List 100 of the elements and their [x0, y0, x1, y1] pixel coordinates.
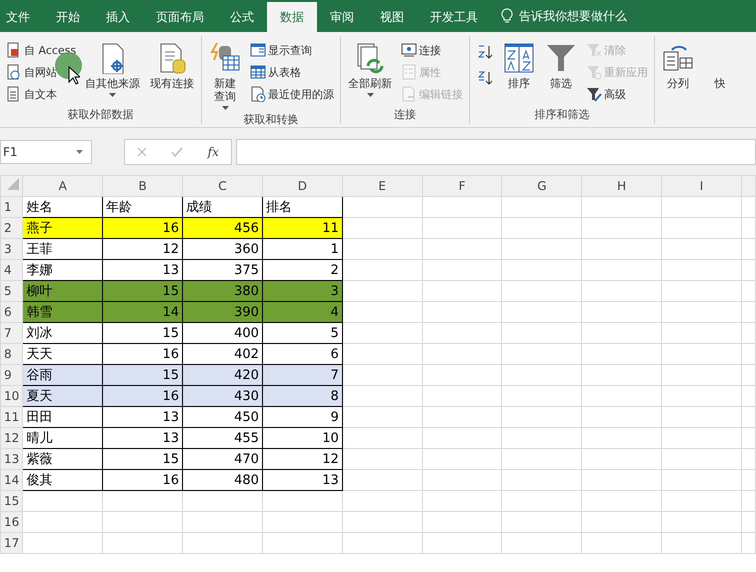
ribbon-button[interactable]: 高级	[584, 84, 650, 104]
group-label: 获取外部数据	[66, 107, 135, 123]
funnel-icon	[545, 42, 578, 74]
column-header[interactable]: I	[662, 176, 742, 196]
table-cell: 1	[262, 238, 342, 260]
table-cell: 燕子	[22, 218, 103, 238]
column-header[interactable]: G	[502, 176, 582, 196]
table-cell: 刘冰	[22, 322, 103, 344]
row-header[interactable]: 8	[0, 344, 23, 364]
ribbon-large-button[interactable]: 排序	[500, 40, 538, 92]
row-header[interactable]: 11	[0, 406, 23, 428]
row-header[interactable]: 10	[0, 386, 23, 406]
row-header[interactable]: 16	[0, 512, 23, 532]
ribbon-large-button[interactable]: 自其他来源	[82, 40, 144, 100]
mouse-pointer-icon	[68, 66, 80, 85]
table-cell: 夏天	[22, 386, 103, 406]
ribbon-large-button[interactable]: 现有连接	[147, 40, 198, 92]
column-header[interactable]: H	[582, 176, 662, 196]
table-cell: 15	[102, 364, 183, 386]
row-header[interactable]: 4	[0, 260, 23, 280]
ribbon-large-button[interactable]: 全部刷新	[345, 40, 396, 100]
table-cell: 5	[262, 322, 342, 344]
lightbulb-icon	[501, 8, 513, 24]
row-header[interactable]: 14	[0, 470, 23, 490]
query-window-icon	[250, 42, 266, 58]
ribbon-tab[interactable]: 页面布局	[143, 2, 217, 32]
column-header[interactable]: D	[262, 176, 342, 196]
sort-grid-icon	[503, 42, 536, 74]
ribbon-large-button[interactable]: 筛选	[542, 40, 580, 92]
row-header[interactable]: 7	[0, 322, 23, 344]
ribbon-large-button[interactable]: 快	[701, 40, 740, 92]
ribbon-button[interactable]: 显示查询	[248, 40, 336, 60]
table-cell: 360	[182, 238, 262, 260]
funnel-pen-icon	[586, 86, 602, 102]
ribbon-tab[interactable]: 开发工具	[417, 2, 491, 32]
table-cell: 3	[262, 280, 342, 302]
group-label: 排序和筛选	[534, 107, 591, 123]
ribbon-button[interactable]: 连接	[399, 40, 466, 60]
table-cell: 柳叶	[22, 280, 103, 302]
table-cell: 12	[262, 448, 342, 470]
ribbon-button[interactable]: 从表格	[248, 62, 336, 82]
row-header[interactable]: 1	[0, 196, 23, 218]
ribbon-tab[interactable]: 插入	[93, 2, 143, 32]
table-cell: 晴儿	[22, 428, 103, 448]
row-header[interactable]: 2	[0, 218, 23, 238]
name-box[interactable]: F1	[0, 140, 92, 164]
ribbon-button[interactable]: 最近使用的源	[248, 84, 336, 104]
row-header[interactable]: 17	[0, 532, 23, 554]
table-cell: 韩雪	[22, 302, 103, 322]
table-cell: 紫薇	[22, 448, 103, 470]
column-header[interactable]: B	[102, 176, 183, 196]
funnel-refresh-icon	[586, 64, 602, 80]
funnel-clear-icon	[586, 42, 602, 58]
document-clock-icon	[250, 86, 266, 102]
row-header[interactable]: 13	[0, 448, 23, 470]
ribbon-tab[interactable]: 视图	[367, 2, 417, 32]
table-cell: 15	[102, 448, 183, 470]
table-cell: 15	[102, 280, 183, 302]
row-header[interactable]: 12	[0, 428, 23, 448]
ribbon-tab[interactable]: 文件	[0, 2, 43, 32]
document-link-icon	[401, 86, 418, 102]
row-header[interactable]: 9	[0, 364, 23, 386]
table-cell: 13	[102, 428, 183, 448]
column-header[interactable]: A	[22, 176, 103, 196]
check-icon[interactable]	[171, 146, 184, 156]
row-header[interactable]: 15	[0, 490, 23, 512]
table-cell: 400	[182, 322, 262, 344]
tell-me-search[interactable]: 告诉我你想要做什么	[501, 0, 627, 32]
column-header[interactable]: C	[182, 176, 262, 196]
insert-function-button[interactable]: fx	[208, 144, 219, 158]
select-all-icon[interactable]	[7, 178, 20, 190]
group-label: 获取和转换	[242, 112, 300, 128]
ribbon-tab[interactable]: 开始	[43, 2, 93, 32]
table-cell: 16	[102, 470, 183, 490]
table-cell: 380	[182, 280, 262, 302]
ribbon-large-button[interactable]: 新建查询	[206, 40, 244, 112]
table-cell: 16	[102, 386, 183, 406]
row-header[interactable]: 6	[0, 302, 23, 322]
table-cell: 11	[262, 218, 342, 238]
table-cell: 10	[262, 428, 342, 448]
row-header[interactable]: 5	[0, 280, 23, 302]
ribbon-tab[interactable]: 公式	[217, 2, 267, 32]
column-header[interactable]: F	[422, 176, 502, 196]
group-label: 连接	[393, 107, 418, 123]
ribbon-button[interactable]: 自文本	[4, 84, 78, 104]
table-cell: 390	[182, 302, 262, 322]
table-cell: 14	[102, 302, 183, 322]
table-cell: 450	[182, 406, 262, 428]
table-cell: 田田	[22, 406, 103, 428]
row-header[interactable]: 3	[0, 238, 23, 260]
ribbon-tab[interactable]: 数据	[267, 2, 317, 32]
cancel-icon[interactable]	[137, 146, 148, 156]
table-cell: 9	[262, 406, 342, 428]
table-cell: 8	[262, 386, 342, 406]
table-cell: 16	[102, 218, 183, 238]
formula-input[interactable]	[236, 138, 756, 164]
column-header[interactable]: E	[342, 176, 422, 196]
ribbon-large-button[interactable]: 分列	[659, 40, 698, 92]
caret-icon	[76, 150, 83, 154]
ribbon-tab[interactable]: 审阅	[317, 2, 367, 32]
